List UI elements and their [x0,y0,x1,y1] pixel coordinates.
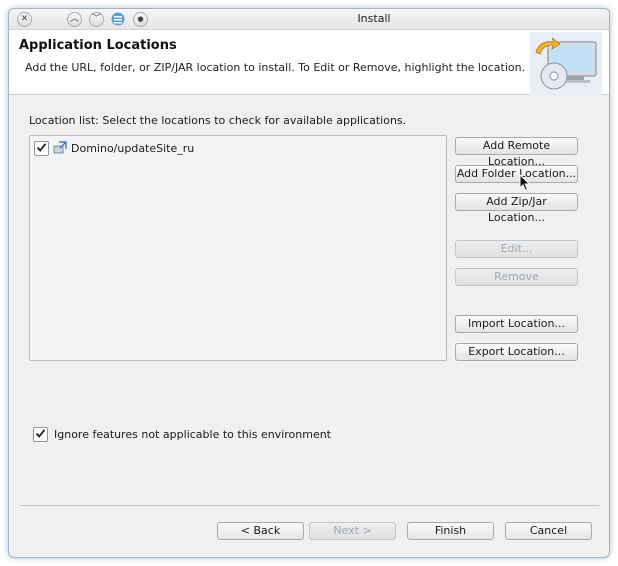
install-wizard-icon [530,32,602,96]
wizard-header: Application Locations Add the URL, folde… [9,30,609,96]
title-bar[interactable]: ✕ ︿ ﹀ ● Install [9,9,609,30]
export-location-button[interactable]: Export Location... [455,343,578,361]
cancel-button[interactable]: Cancel [505,522,592,540]
install-dialog: ✕ ︿ ﹀ ● Install Application Locations Ad… [8,8,610,558]
ignore-features-option[interactable]: Ignore features not applicable to this e… [33,427,331,442]
back-button[interactable]: < Back [217,522,304,540]
ignore-features-checkbox[interactable] [33,427,48,442]
page-description: Add the URL, folder, or ZIP/JAR location… [25,61,526,74]
mouse-pointer-icon [519,173,531,195]
page-title: Application Locations [19,38,177,53]
finish-button[interactable]: Finish [407,522,494,540]
import-location-button[interactable]: Import Location... [455,315,578,333]
location-list-label: Location list: Select the locations to c… [29,114,407,127]
next-button[interactable]: Next > [309,522,396,540]
add-folder-location-button[interactable]: Add Folder Location... [455,165,578,183]
location-name: Domino/updateSite_ru [71,141,195,155]
list-item[interactable]: Domino/updateSite_ru [34,140,194,156]
location-list[interactable]: Domino/updateSite_ru [29,135,447,361]
add-remote-location-button[interactable]: Add Remote Location... [455,137,578,168]
location-checkbox[interactable] [34,140,49,156]
footer-separator [19,505,599,506]
ignore-features-label: Ignore features not applicable to this e… [54,428,331,441]
remove-button[interactable]: Remove [455,268,578,286]
edit-button[interactable]: Edit... [455,240,578,258]
update-site-icon [53,141,67,155]
add-zip-jar-location-button[interactable]: Add Zip/Jar Location... [455,193,578,224]
window-title: Install [357,12,391,25]
